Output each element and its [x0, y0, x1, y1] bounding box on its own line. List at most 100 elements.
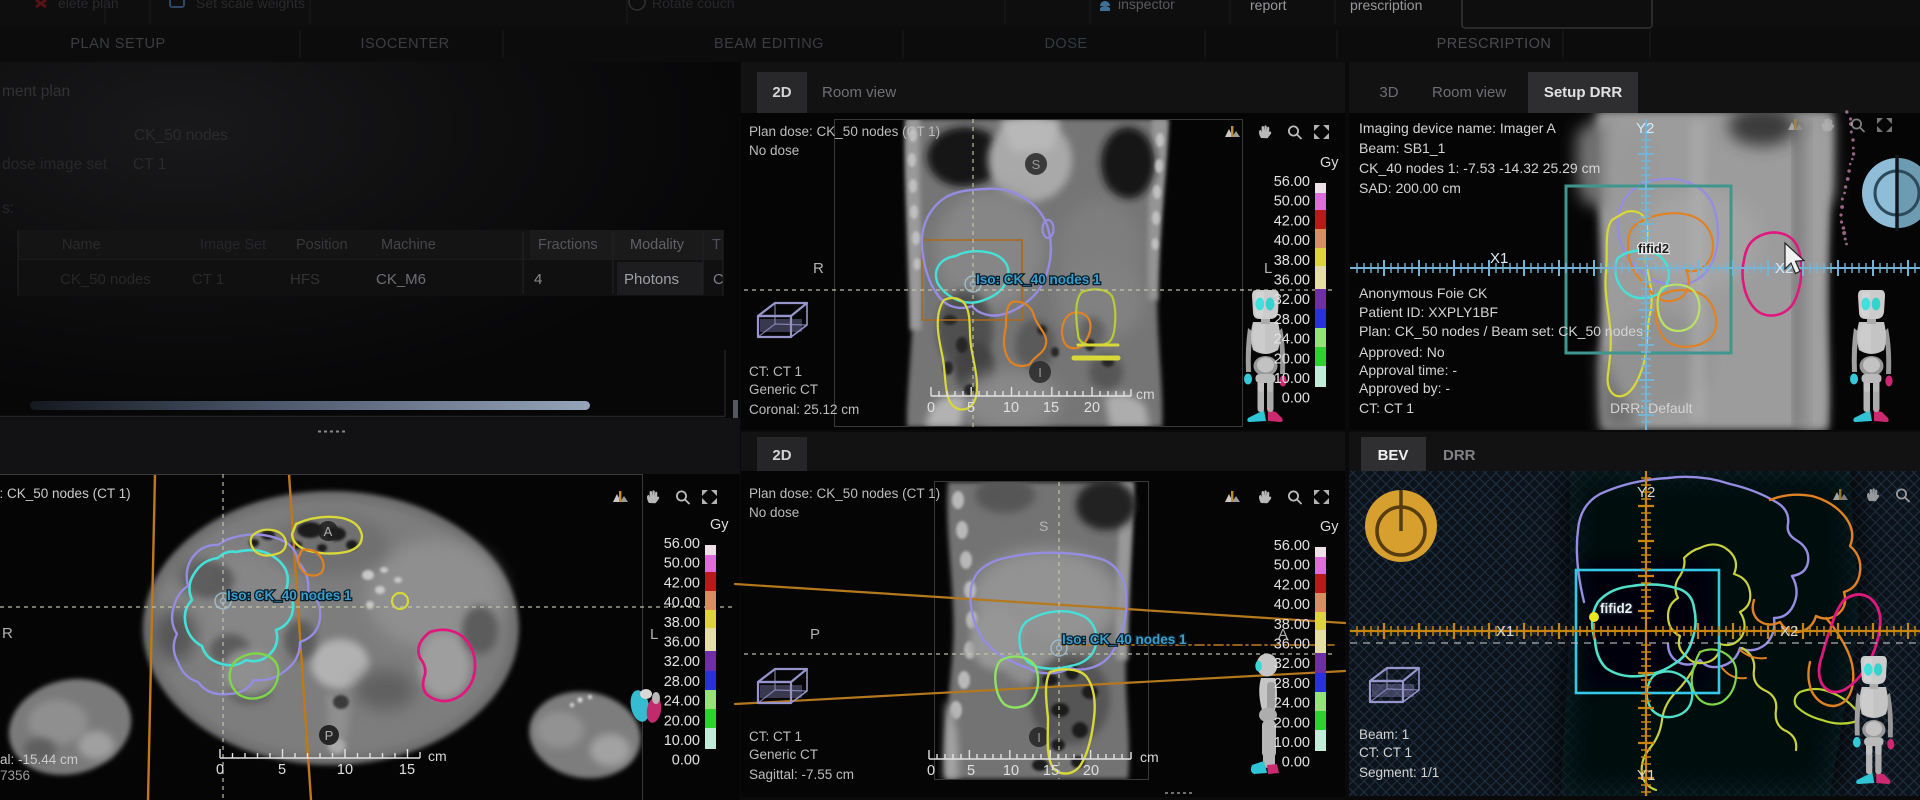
svg-text:2D: 2D [772, 447, 791, 464]
svg-text:Setup DRR: Setup DRR [1544, 84, 1623, 101]
svg-text:DRR: Default: DRR: Default [1610, 400, 1693, 416]
svg-text:Room view: Room view [822, 84, 896, 101]
svg-text:T: T [712, 237, 721, 253]
svg-text:Approved by: -: Approved by: - [1359, 380, 1450, 396]
svg-text:CK_50 nodes: CK_50 nodes [134, 127, 228, 144]
svg-text:Y1: Y1 [1637, 767, 1655, 784]
svg-text:e: CK_50 nodes (CT 1): e: CK_50 nodes (CT 1) [0, 486, 131, 501]
svg-text:5: 5 [278, 762, 286, 778]
svg-text:fifid2: fifid2 [1638, 241, 1669, 256]
svg-text:elete plan: elete plan [58, 0, 119, 11]
svg-text:10: 10 [1003, 400, 1019, 416]
svg-text:s:: s: [2, 200, 14, 217]
svg-text:Patient ID: XXPLY1BF: Patient ID: XXPLY1BF [1359, 304, 1498, 320]
svg-text:7356: 7356 [0, 768, 30, 783]
svg-text:P: P [325, 728, 334, 743]
svg-text:5: 5 [967, 763, 975, 779]
svg-text:I: I [1038, 365, 1042, 380]
svg-text:3D: 3D [1379, 84, 1398, 101]
svg-text:CT 1: CT 1 [133, 156, 166, 173]
svg-text:Name: Name [62, 237, 101, 253]
svg-text:P: P [810, 626, 820, 643]
svg-text:0: 0 [216, 762, 224, 778]
svg-text:X1: X1 [1490, 250, 1508, 267]
svg-text:15: 15 [1043, 763, 1059, 779]
svg-text:Plan dose: CK_50 nodes (CT 1): Plan dose: CK_50 nodes (CT 1) [749, 124, 940, 139]
svg-text:PRESCRIPTION: PRESCRIPTION [1437, 36, 1552, 52]
svg-text:Sagittal: -7.55 cm: Sagittal: -7.55 cm [749, 767, 854, 782]
svg-text:SAD: 200.00 cm: SAD: 200.00 cm [1359, 180, 1461, 196]
svg-text:Iso: CK_40 nodes 1: Iso: CK_40 nodes 1 [1062, 632, 1187, 647]
svg-text:R: R [2, 625, 13, 642]
svg-text:CT 1: CT 1 [192, 271, 224, 288]
svg-text:15: 15 [1043, 400, 1059, 416]
svg-text:20: 20 [1083, 763, 1099, 779]
svg-text:I: I [1037, 730, 1041, 745]
svg-text:cm: cm [1136, 386, 1155, 402]
svg-text:CK_M6: CK_M6 [376, 271, 426, 288]
svg-text:Y2: Y2 [1636, 120, 1654, 137]
svg-text:Fractions: Fractions [538, 237, 598, 253]
svg-text:DOSE: DOSE [1044, 36, 1087, 52]
svg-text:CK_40 nodes 1: -7.53 -14.32 25: CK_40 nodes 1: -7.53 -14.32 25.29 cm [1359, 160, 1600, 176]
svg-text:X2: X2 [1780, 623, 1798, 640]
svg-text:L: L [1264, 260, 1272, 277]
svg-text:R: R [813, 260, 824, 277]
svg-text:Iso: CK_40 nodes 1: Iso: CK_40 nodes 1 [227, 588, 352, 603]
svg-text:Modality: Modality [630, 237, 685, 253]
svg-text:Plan dose: CK_50 nodes (CT 1): Plan dose: CK_50 nodes (CT 1) [749, 486, 940, 501]
svg-text:Beam: 1: Beam: 1 [1359, 727, 1409, 742]
svg-text:Anonymous Foie CK: Anonymous Foie CK [1359, 285, 1488, 301]
svg-text:10: 10 [337, 762, 353, 778]
svg-text:cm: cm [1140, 749, 1159, 765]
svg-text:S: S [1032, 157, 1041, 172]
svg-text:inspector: inspector [1118, 0, 1175, 12]
svg-text:Segment: 1/1: Segment: 1/1 [1359, 765, 1439, 780]
svg-text:X1: X1 [1496, 623, 1514, 640]
svg-text:cm: cm [428, 748, 447, 764]
svg-text:15: 15 [399, 762, 415, 778]
svg-text:20: 20 [1084, 400, 1100, 416]
svg-text:dose image set: dose image set [2, 156, 108, 173]
svg-text:10: 10 [1003, 763, 1019, 779]
svg-text:Approval time: -: Approval time: - [1359, 362, 1457, 378]
svg-text:0: 0 [927, 400, 935, 416]
svg-text:Generic CT: Generic CT [749, 382, 818, 397]
svg-text:Room view: Room view [1432, 84, 1506, 101]
svg-text:BEV: BEV [1378, 447, 1409, 464]
svg-text:DRR: DRR [1443, 447, 1476, 464]
svg-text:Image Set: Image Set [200, 237, 266, 253]
svg-text:5: 5 [967, 400, 975, 416]
svg-text:Photons: Photons [624, 271, 679, 288]
svg-text:No dose: No dose [749, 505, 799, 520]
svg-text:PLAN SETUP: PLAN SETUP [70, 36, 165, 52]
svg-text:CT: CT 1: CT: CT 1 [1359, 745, 1412, 760]
svg-text:Coronal: 25.12 cm: Coronal: 25.12 cm [749, 402, 859, 417]
svg-text:Set scale weights: Set scale weights [196, 0, 305, 11]
svg-text:CT: CT 1: CT: CT 1 [1359, 400, 1414, 416]
svg-text:CT: CT 1: CT: CT 1 [749, 729, 802, 744]
svg-text:Rotate couch: Rotate couch [652, 0, 735, 11]
svg-text:Approved: No: Approved: No [1359, 344, 1445, 360]
svg-text:HFS: HFS [290, 271, 320, 288]
svg-text:Imaging device name: Imager A: Imaging device name: Imager A [1359, 120, 1557, 136]
svg-text:C: C [713, 271, 724, 288]
svg-text:L: L [650, 626, 658, 643]
svg-text:4: 4 [534, 271, 542, 288]
svg-text:fifid2: fifid2 [1600, 601, 1632, 616]
svg-text:Iso: CK_40 nodes 1: Iso: CK_40 nodes 1 [976, 272, 1101, 287]
svg-text:A: A [324, 524, 333, 539]
svg-text:prescription: prescription [1350, 0, 1422, 13]
svg-text:CK_50 nodes: CK_50 nodes [60, 271, 151, 288]
svg-text:ment plan: ment plan [2, 83, 70, 100]
svg-text:Plan: CK_50 nodes / Beam set:: Plan: CK_50 nodes / Beam set: CK_50 node… [1359, 323, 1643, 339]
svg-text:BEAM EDITING: BEAM EDITING [714, 36, 824, 52]
svg-text:Position: Position [296, 237, 348, 253]
svg-text:Generic CT: Generic CT [749, 747, 818, 762]
svg-text:2D: 2D [772, 84, 791, 101]
svg-text:report: report [1250, 0, 1287, 13]
svg-text:S: S [1039, 518, 1048, 534]
svg-text:Y2: Y2 [1637, 484, 1655, 501]
svg-text:CT: CT 1: CT: CT 1 [749, 364, 802, 379]
svg-text:No dose: No dose [749, 143, 799, 158]
